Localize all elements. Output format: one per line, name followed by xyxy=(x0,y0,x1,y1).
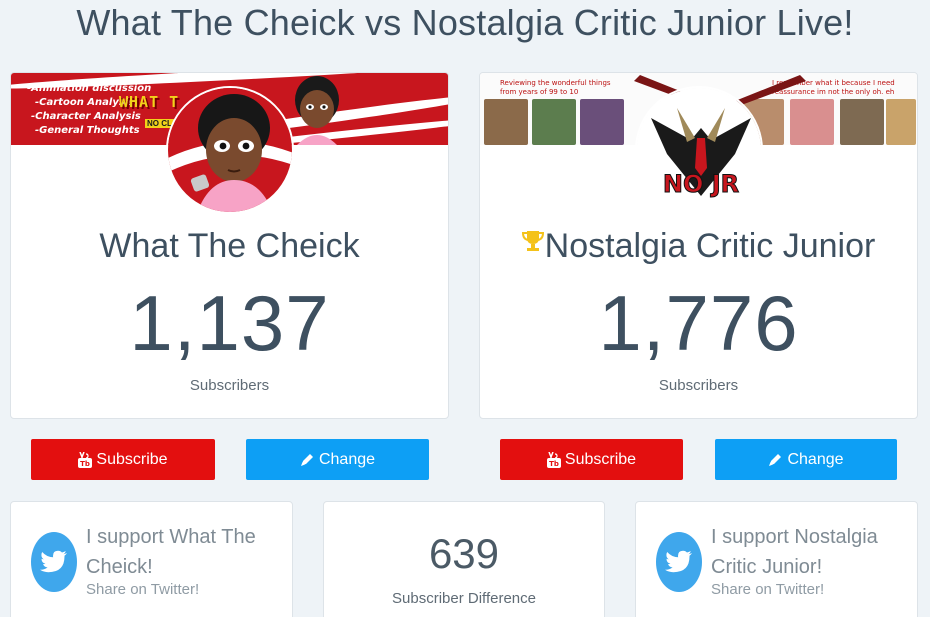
right-change-button[interactable]: Change xyxy=(715,439,897,480)
right-subscribers-label: Subscribers xyxy=(658,377,739,394)
trophy-icon xyxy=(521,231,544,251)
left-channel-name: What The Cheick xyxy=(99,227,360,265)
right-twitter-share-card[interactable]: I support Nostalgia Critic Junior! Share… xyxy=(635,501,918,617)
banner-line: -Character Analysis xyxy=(31,111,141,122)
banner-logo-text: WHAT T xyxy=(119,93,180,111)
right-channel-card: Reviewing the wonderful things from year… xyxy=(479,72,918,419)
banner-character-image xyxy=(295,76,339,145)
left-change-button[interactable]: Change xyxy=(246,439,429,480)
pencil-icon xyxy=(300,454,313,466)
left-share-link[interactable]: Share on Twitter! xyxy=(86,581,199,598)
pencil-icon xyxy=(769,454,782,466)
right-channel-name-text: Nostalgia Critic Junior xyxy=(544,227,876,265)
youtube-icon: Tb xyxy=(78,451,93,468)
right-subscribe-button[interactable]: Tb Subscribe xyxy=(500,439,683,480)
subscriber-difference-card: 639 Subscriber Difference xyxy=(323,501,605,617)
banner-thumbnail xyxy=(484,99,528,145)
change-label: Change xyxy=(787,450,844,468)
banner-line: -General Thoughts xyxy=(35,125,140,136)
avatar-logo-text: NO JR xyxy=(663,170,739,198)
left-support-text: I support What The Cheick! xyxy=(86,526,256,578)
twitter-icon[interactable] xyxy=(31,532,77,592)
subscribe-label: Subscribe xyxy=(564,450,637,468)
banner-thumbnail xyxy=(532,99,576,145)
youtube-icon: Tb xyxy=(546,451,561,468)
page-title: What The Cheick vs Nostalgia Critic Juni… xyxy=(76,2,854,43)
banner-thumbnail xyxy=(840,99,884,145)
left-channel-avatar xyxy=(166,86,294,214)
svg-text:Tb: Tb xyxy=(81,460,91,468)
left-channel-card: -Animation discussion -Cartoon Analysis … xyxy=(10,72,449,419)
subscriber-difference-value: 639 xyxy=(428,530,500,577)
change-label: Change xyxy=(318,450,376,468)
right-support-text: I support Nostalgia Critic Junior! xyxy=(711,526,878,578)
left-subscribe-button[interactable]: Tb Subscribe xyxy=(31,439,215,480)
right-share-link[interactable]: Share on Twitter! xyxy=(711,581,824,598)
right-channel-name: Nostalgia Critic Junior xyxy=(480,227,917,266)
right-subscriber-count: 1,776 xyxy=(598,279,799,367)
left-subscribers-label: Subscribers xyxy=(189,377,270,394)
banner-thumbnail xyxy=(886,99,916,145)
left-subscriber-count: 1,137 xyxy=(129,279,330,367)
left-twitter-share-card[interactable]: I support What The Cheick! Share on Twit… xyxy=(10,501,293,617)
subscribe-label: Subscribe xyxy=(96,450,168,468)
twitter-icon[interactable] xyxy=(656,532,702,592)
svg-text:Tb: Tb xyxy=(549,460,559,468)
banner-thumbnail xyxy=(580,99,624,145)
right-channel-avatar: NO JR xyxy=(635,86,763,214)
subscriber-difference-label: Subscriber Difference xyxy=(392,590,536,607)
banner-note-left: Reviewing the wonderful things from year… xyxy=(500,79,611,96)
